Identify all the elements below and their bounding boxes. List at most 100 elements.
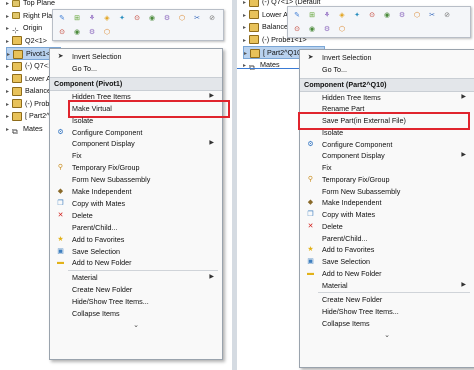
menu-item[interactable]: ▬ Add to New Folder [50, 257, 222, 268]
edit-icon[interactable]: ✎ [57, 13, 67, 23]
pin-icon: ⚲ [307, 175, 314, 183]
tree-item[interactable]: ▸Mates [6, 123, 43, 134]
menu-item-label: Component Display [322, 151, 385, 161]
menu-item[interactable]: ➤ Invert Selection [300, 52, 474, 63]
menu-item[interactable]: ◆ Make Independent [300, 197, 474, 208]
tree-item[interactable]: ▸ Balance1 [6, 85, 55, 96]
part-icon [12, 74, 22, 84]
view-icon[interactable]: ◉ [382, 10, 392, 20]
menu-item[interactable]: ❐ Copy with Mates [300, 209, 474, 220]
component-icon[interactable]: ◈ [337, 10, 347, 20]
menu-item[interactable]: Hide/Show Tree Items... [300, 306, 474, 317]
menu-item-label: Hide/Show Tree Items... [322, 307, 399, 316]
menu-item[interactable]: ★ Add to Favorites [50, 234, 222, 245]
view-icon[interactable]: ◉ [72, 27, 82, 37]
more-items-chevron-icon[interactable]: ⌄ [50, 321, 222, 329]
submenu-arrow-icon: ▶ [461, 152, 466, 159]
menu-item-label: Form New Subassembly [322, 186, 401, 196]
menu-item[interactable]: Component Display ▶ [50, 138, 222, 149]
menu-item[interactable]: Fix [300, 162, 474, 173]
menu-item[interactable]: Parent/Child... [50, 222, 222, 233]
menu-item-label: Copy with Mates [322, 210, 376, 219]
mate-icon[interactable]: ⚘ [322, 10, 332, 20]
menu-item-label: Create New Folder [72, 285, 133, 295]
menu-item[interactable]: ⚲ Temporary Fix/Group [300, 174, 474, 185]
grid-icon[interactable]: ⊞ [72, 13, 82, 23]
menu-item[interactable]: Hidden Tree Items ▶ [300, 92, 474, 103]
menu-item[interactable]: Go To... [300, 64, 474, 75]
mates-icon [12, 126, 20, 133]
menu-item[interactable]: Form New Subassembly [50, 174, 222, 185]
view-icon[interactable]: ◉ [147, 13, 157, 23]
edit-icon[interactable]: ✎ [292, 10, 302, 20]
tree-item[interactable]: ▸ Right Pla [6, 10, 52, 21]
right-panel: ▸(-) Q7<1> (Default▸Lower Arm1<1>▸Balanc… [237, 0, 474, 370]
menu-item[interactable]: Create New Folder [50, 284, 222, 295]
plane-icon [12, 12, 20, 20]
context-toolbar: ✎ ⊞ ⚘ ◈ ✦ ⊙ ◉ ⚙ ⬡ ✂ ⊘ ⊙ ◉ ⚙ ⬡ [287, 6, 471, 38]
part-icon [249, 22, 259, 32]
menu-item[interactable]: Collapse Items [300, 318, 474, 329]
component-icon[interactable]: ◈ [102, 13, 112, 23]
tree-item[interactable]: ▸ Lower A [6, 73, 51, 84]
menu-item[interactable]: ⚙ Configure Component [50, 127, 222, 138]
target-icon[interactable]: ⊙ [367, 10, 377, 20]
mate-icon[interactable]: ⚘ [87, 13, 97, 23]
hex-icon[interactable]: ⬡ [412, 10, 422, 20]
menu-item[interactable]: Material ▶ [50, 272, 222, 283]
menu-section-header: Component (Pivot1) [50, 76, 222, 91]
menu-item[interactable]: Material ▶ [300, 280, 474, 291]
cursor-icon: ➤ [57, 53, 64, 60]
target-icon[interactable]: ⊙ [57, 27, 67, 37]
menu-item[interactable]: Form New Subassembly [300, 186, 474, 197]
feature-icon[interactable]: ✦ [352, 10, 362, 20]
view-icon[interactable]: ◉ [307, 24, 317, 34]
tree-item[interactable]: ▸[ Part2^ [6, 110, 50, 121]
cut-icon[interactable]: ✂ [427, 10, 437, 20]
hide-icon[interactable]: ⊘ [442, 10, 452, 20]
menu-item[interactable]: Isolate [50, 115, 222, 126]
tree-item-label: Lower A [25, 73, 51, 83]
menu-item[interactable]: ▬ Add to New Folder [300, 268, 474, 279]
menu-item[interactable]: ➤ Invert Selection [50, 51, 222, 62]
menu-item[interactable]: Hide/Show Tree Items... [50, 296, 222, 307]
menu-item[interactable]: ⚲ Temporary Fix/Group [50, 162, 222, 173]
target-icon[interactable]: ⊙ [132, 13, 142, 23]
hex-icon[interactable]: ⬡ [337, 24, 347, 34]
submenu-arrow-icon: ▶ [461, 281, 466, 288]
independent-icon: ◆ [57, 188, 64, 195]
plane-icon [12, 0, 20, 7]
settings-icon[interactable]: ⚙ [162, 13, 172, 23]
menu-item[interactable]: Component Display ▶ [300, 150, 474, 161]
menu-item-label: Temporary Fix/Group [322, 174, 390, 184]
menu-item[interactable]: ✕ Delete [300, 221, 474, 232]
menu-item[interactable]: Go To... [50, 63, 222, 74]
hide-icon[interactable]: ⊘ [207, 13, 217, 23]
feature-icon[interactable]: ✦ [117, 13, 127, 23]
menu-item[interactable]: ❐ Copy with Mates [50, 198, 222, 209]
menu-item[interactable]: Fix [50, 150, 222, 161]
menu-item[interactable]: Parent/Child... [300, 233, 474, 244]
menu-item[interactable]: ⚙ Configure Component [300, 139, 474, 150]
more-items-chevron-icon[interactable]: ⌄ [300, 331, 474, 339]
delete-icon: ✕ [307, 222, 314, 230]
menu-item[interactable]: Create New Folder [300, 294, 474, 305]
menu-item[interactable]: ◆ Make Independent [50, 186, 222, 197]
menu-item[interactable]: Collapse Items [50, 308, 222, 319]
settings-icon[interactable]: ⚙ [397, 10, 407, 20]
menu-item[interactable]: ▣ Save Selection [300, 256, 474, 267]
tree-item[interactable]: ▸ Top Plane [6, 0, 55, 8]
menu-item[interactable]: ▣ Save Selection [50, 246, 222, 257]
grid-icon[interactable]: ⊞ [307, 10, 317, 20]
menu-item[interactable]: ✕ Delete [50, 210, 222, 221]
menu-item[interactable]: ★ Add to Favorites [300, 244, 474, 255]
settings-icon[interactable]: ⚙ [322, 24, 332, 34]
tree-item[interactable]: ▸Origin [6, 22, 42, 33]
hex-icon[interactable]: ⬡ [177, 13, 187, 23]
settings-icon[interactable]: ⚙ [87, 27, 97, 37]
cut-icon[interactable]: ✂ [192, 13, 202, 23]
tree-item[interactable]: ▸ Q2<1> [6, 35, 47, 46]
menu-item[interactable]: Isolate [300, 127, 474, 138]
target-icon[interactable]: ⊙ [292, 24, 302, 34]
hex-icon[interactable]: ⬡ [102, 27, 112, 37]
